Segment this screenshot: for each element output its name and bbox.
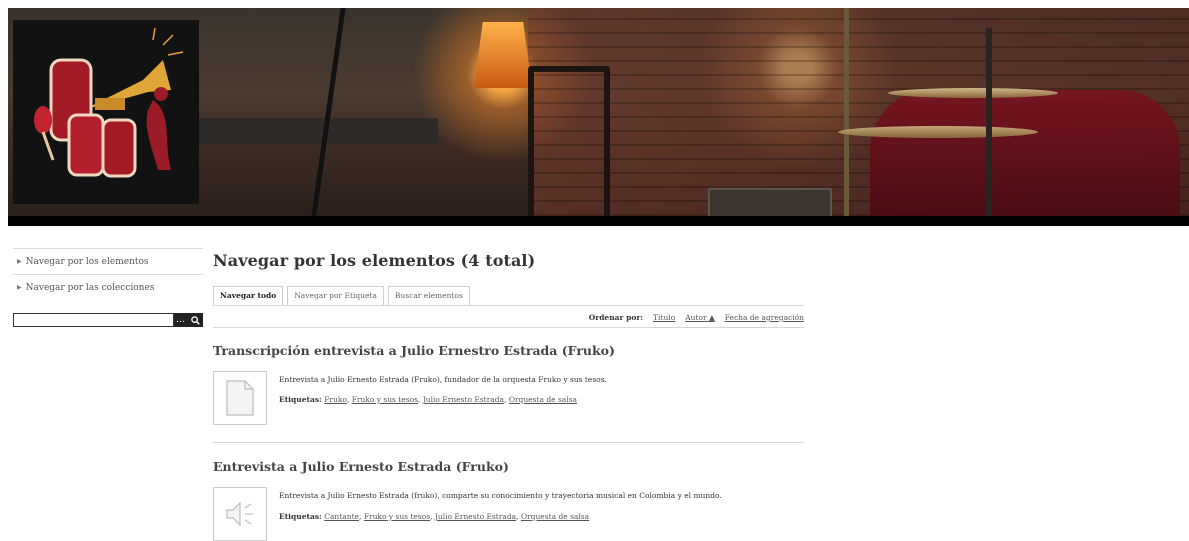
divider xyxy=(213,305,804,306)
sort-by-date-added-link[interactable]: Fecha de agregación xyxy=(725,313,804,322)
search-button[interactable] xyxy=(187,313,203,327)
tab-search-items[interactable]: Buscar elementos xyxy=(387,286,470,305)
sort-label: Ordenar por: xyxy=(588,313,644,322)
tag-link[interactable]: Julio Ernesto Estrada xyxy=(435,512,516,521)
tag-link[interactable]: Orquesta de salsa xyxy=(521,512,589,521)
audio-icon xyxy=(226,501,253,527)
tag-link[interactable]: Orquesta de salsa xyxy=(509,395,577,404)
triangle-right-icon: ▶ xyxy=(17,284,22,291)
divider xyxy=(213,327,804,328)
main-content: Navegar por los elementos (4 total) Nave… xyxy=(213,250,804,541)
tag-link[interactable]: Julio Ernesto Estrada xyxy=(423,395,504,404)
sort-links: Ordenar por: Título Autor ▲ Fecha de agr… xyxy=(589,313,804,322)
browse-tabs: Navegar todo Navegar por Etiqueta Buscar… xyxy=(213,286,474,305)
tag-link[interactable]: Fruko xyxy=(324,395,347,404)
sort-by-title-link[interactable]: Título xyxy=(653,313,675,322)
document-icon xyxy=(226,380,254,416)
tags-label: Etiquetas: xyxy=(279,512,322,521)
tag-link[interactable]: Fruko y sus tesos xyxy=(352,395,418,404)
item-thumbnail[interactable] xyxy=(213,487,267,541)
search-options-button[interactable]: … xyxy=(173,313,188,327)
sidebar-item-browse-items[interactable]: ▶ Navegar por los elementos xyxy=(13,248,203,274)
tags-label: Etiquetas: xyxy=(279,395,322,404)
list-item: Entrevista a Julio Ernesto Estrada (Fruk… xyxy=(213,458,804,541)
tab-browse-all[interactable]: Navegar todo xyxy=(213,286,284,305)
item-thumbnail[interactable] xyxy=(213,371,267,425)
tag-link[interactable]: Fruko y sus tesos xyxy=(364,512,430,521)
page-title: Navegar por los elementos (4 total) xyxy=(213,251,536,270)
tag-link[interactable]: Cantante xyxy=(324,512,359,521)
item-title-link[interactable]: Entrevista a Julio Ernesto Estrada (Fruk… xyxy=(213,458,804,476)
sort-by-author-link[interactable]: Autor ▲ xyxy=(685,313,715,322)
tab-browse-by-tag[interactable]: Navegar por Etiqueta xyxy=(287,286,384,305)
site-logo[interactable] xyxy=(13,20,199,204)
item-tags: Etiquetas: Cantante, Fruko y sus tesos, … xyxy=(279,512,590,521)
sidebar-item-browse-collections[interactable]: ▶ Navegar por las colecciones xyxy=(13,274,203,300)
music-logo-icon xyxy=(34,27,184,178)
triangle-right-icon: ▶ xyxy=(17,258,22,265)
item-description: Entrevista a Julio Ernesto Estrada (Fruk… xyxy=(279,375,607,384)
list-item: Transcripción entrevista a Julio Ernestr… xyxy=(213,342,804,425)
search-input[interactable] xyxy=(13,313,174,327)
item-title-link[interactable]: Transcripción entrevista a Julio Ernestr… xyxy=(213,342,804,360)
sidebar-nav: ▶ Navegar por los elementos ▶ Navegar po… xyxy=(13,248,203,327)
divider xyxy=(213,442,804,443)
search-icon xyxy=(190,315,200,325)
item-description: Entrevista a Julio Ernesto Estrada (fruk… xyxy=(279,491,722,500)
sidebar-item-label: Navegar por los elementos xyxy=(25,256,149,267)
item-tags: Etiquetas: Fruko, Fruko y sus tesos, Jul… xyxy=(279,395,577,404)
search-form: … xyxy=(13,313,203,327)
sidebar-item-label: Navegar por las colecciones xyxy=(25,282,155,293)
